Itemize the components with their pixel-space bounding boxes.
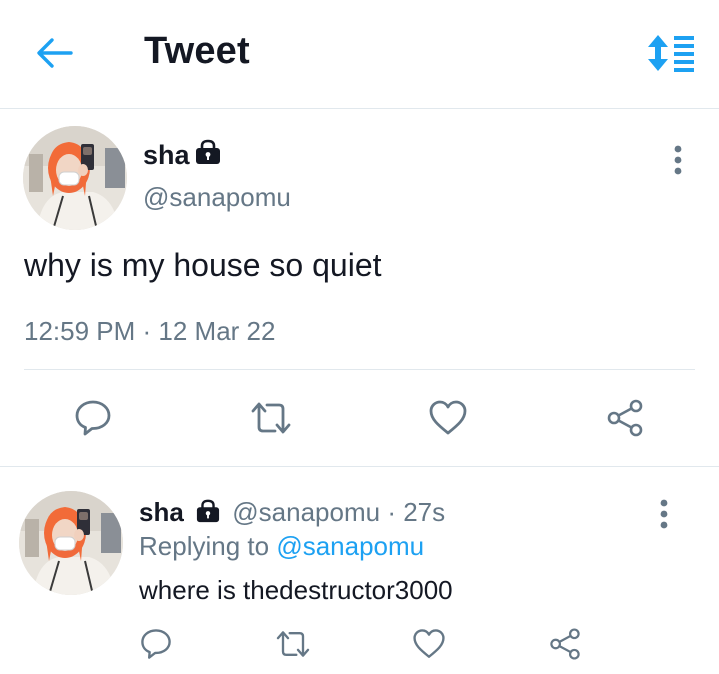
avatar[interactable]	[23, 126, 127, 230]
reply-header: sha @sanapomu · 27s	[139, 497, 445, 528]
reply-author-handle[interactable]: @sanapomu	[232, 497, 380, 527]
reply-time: 27s	[403, 497, 446, 527]
avatar-image	[23, 126, 127, 230]
sort-list-icon	[648, 35, 694, 72]
reply-like-button[interactable]	[412, 627, 446, 666]
page-title: Tweet	[144, 30, 250, 72]
reply-more-options-button[interactable]	[652, 497, 676, 531]
reply-share-button[interactable]	[548, 627, 582, 666]
replying-to-mention[interactable]: @sanapomu	[276, 531, 424, 561]
tweet-text: why is my house so quiet	[24, 247, 382, 283]
reply-text: where is thedestructor3000	[139, 575, 453, 605]
retweet-button[interactable]	[247, 398, 295, 443]
reply-icon	[73, 398, 113, 438]
reply-tweet[interactable]: sha @sanapomu · 27s Replying to @sanapom…	[0, 467, 719, 674]
top-bar: Tweet	[0, 0, 719, 109]
more-options-button[interactable]	[666, 143, 690, 177]
reply-reply-button[interactable]	[139, 627, 173, 666]
reply-author-name[interactable]: sha	[139, 497, 184, 527]
tweet-timestamp: 12:59 PM · 12 Mar 22	[24, 316, 276, 346]
divider	[24, 369, 695, 370]
like-icon	[428, 398, 468, 438]
back-button[interactable]	[36, 37, 74, 69]
lock-icon	[195, 499, 221, 523]
sort-button[interactable]	[646, 33, 696, 73]
replying-to: Replying to @sanapomu	[139, 531, 424, 562]
author-name[interactable]: sha	[143, 140, 190, 171]
retweet-icon	[247, 398, 295, 438]
retweet-icon	[273, 627, 313, 661]
like-button[interactable]	[428, 398, 468, 443]
main-tweet: sha @sanapomu why is my house so quiet 1…	[0, 109, 719, 467]
avatar-image	[19, 491, 123, 595]
like-icon	[412, 627, 446, 661]
share-button[interactable]	[605, 398, 645, 443]
reply-button[interactable]	[73, 398, 113, 443]
arrow-left-icon	[37, 38, 73, 68]
separator-dot: ·	[380, 497, 404, 527]
lock-icon	[194, 139, 222, 165]
more-vertical-icon	[666, 143, 690, 177]
reply-avatar[interactable]	[19, 491, 123, 595]
more-vertical-icon	[652, 497, 676, 531]
reply-icon	[139, 627, 173, 661]
reply-retweet-button[interactable]	[273, 627, 313, 666]
replying-to-label: Replying to	[139, 531, 270, 561]
share-icon	[605, 398, 645, 438]
share-icon	[548, 627, 582, 661]
author-handle[interactable]: @sanapomu	[143, 182, 291, 213]
